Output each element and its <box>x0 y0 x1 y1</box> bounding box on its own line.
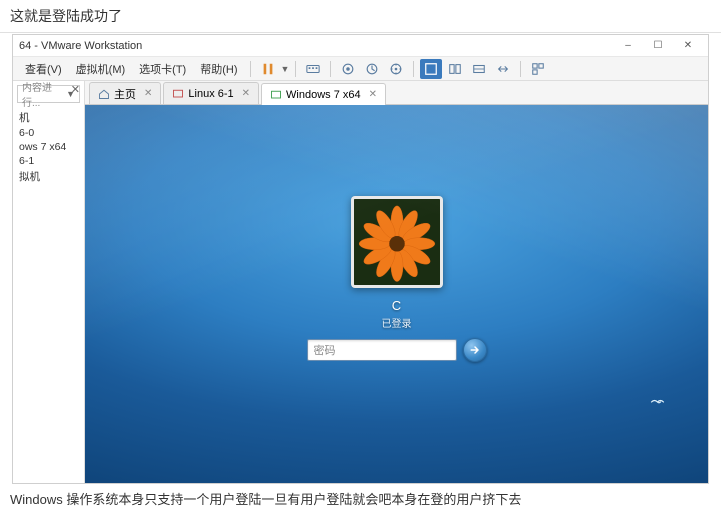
sidebar-item[interactable]: 6-0 <box>17 126 80 140</box>
bird-decoration <box>650 395 668 409</box>
sidebar-item[interactable]: 机 <box>17 109 80 126</box>
home-icon <box>98 88 110 100</box>
user-avatar[interactable] <box>351 196 443 288</box>
snapshot-icon[interactable] <box>337 59 359 79</box>
manage-snapshot-icon[interactable] <box>385 59 407 79</box>
doc-caption-top: 这就是登陆成功了 <box>0 0 721 33</box>
close-button[interactable]: ✕ <box>674 38 702 54</box>
minimize-button[interactable]: – <box>614 38 642 54</box>
tab-label: Linux 6-1 <box>188 88 233 100</box>
tab-windows7[interactable]: Windows 7 x64 ✕ <box>261 83 386 105</box>
pause-icon[interactable] <box>257 59 279 79</box>
tab-linux[interactable]: Linux 6-1 ✕ <box>163 82 259 104</box>
menu-view[interactable]: 查看(V) <box>19 59 68 79</box>
tab-home[interactable]: 主页 ✕ <box>89 82 161 104</box>
login-status-label: 已登录 <box>382 315 412 330</box>
send-keys-icon[interactable] <box>302 59 324 79</box>
menu-help[interactable]: 帮助(H) <box>194 59 243 79</box>
menubar: 查看(V) 虚拟机(M) 选项卡(T) 帮助(H) ▼ <box>13 57 708 81</box>
window-title: 64 - VMware Workstation <box>19 40 142 52</box>
stretch-icon[interactable] <box>492 59 514 79</box>
menu-tabs[interactable]: 选项卡(T) <box>133 59 192 79</box>
sidebar-item[interactable]: 6-1 <box>17 154 80 168</box>
unity-icon[interactable] <box>444 59 466 79</box>
tab-close-icon[interactable]: ✕ <box>242 88 250 99</box>
sidebar-search-placeholder: 内容进行... <box>22 79 66 109</box>
sidebar-item[interactable]: 拟机 <box>17 168 80 185</box>
arrow-right-icon <box>469 344 481 356</box>
tab-close-icon[interactable]: ✕ <box>369 89 377 100</box>
username-label: C <box>392 298 401 313</box>
menu-vm[interactable]: 虚拟机(M) <box>70 59 132 79</box>
password-placeholder: 密码 <box>314 342 336 358</box>
vm-console[interactable]: C 已登录 密码 <box>85 105 708 483</box>
library-sidebar: ✕ 内容进行... ▼ 机 6-0 ows 7 x64 6-1 拟机 <box>13 81 85 483</box>
fullscreen-icon[interactable] <box>420 59 442 79</box>
vmware-window: 64 - VMware Workstation – ☐ ✕ 查看(V) 虚拟机(… <box>12 34 709 484</box>
sidebar-close-icon[interactable]: ✕ <box>71 83 80 96</box>
login-submit-button[interactable] <box>463 338 487 362</box>
tab-label: Windows 7 x64 <box>286 89 361 101</box>
doc-caption-bottom: Windows 操作系统本身只支持一个用户登陆一旦有用户登陆就会吧本身在登的用户… <box>10 489 521 508</box>
console-view-icon[interactable] <box>468 59 490 79</box>
flower-icon <box>354 199 440 285</box>
chevron-down-icon[interactable]: ▼ <box>281 64 290 74</box>
tab-label: 主页 <box>114 86 136 102</box>
revert-icon[interactable] <box>361 59 383 79</box>
tabstrip: 主页 ✕ Linux 6-1 ✕ Windows 7 x64 ✕ <box>85 81 708 105</box>
tab-close-icon[interactable]: ✕ <box>144 88 152 99</box>
sidebar-item[interactable]: ows 7 x64 <box>17 140 80 154</box>
vm-icon <box>270 89 282 101</box>
maximize-button[interactable]: ☐ <box>644 38 672 54</box>
titlebar[interactable]: 64 - VMware Workstation – ☐ ✕ <box>13 35 708 57</box>
thumbnail-icon[interactable] <box>527 59 549 79</box>
login-panel: C 已登录 密码 <box>307 196 487 362</box>
vm-icon <box>172 88 184 100</box>
password-input[interactable]: 密码 <box>307 339 457 361</box>
